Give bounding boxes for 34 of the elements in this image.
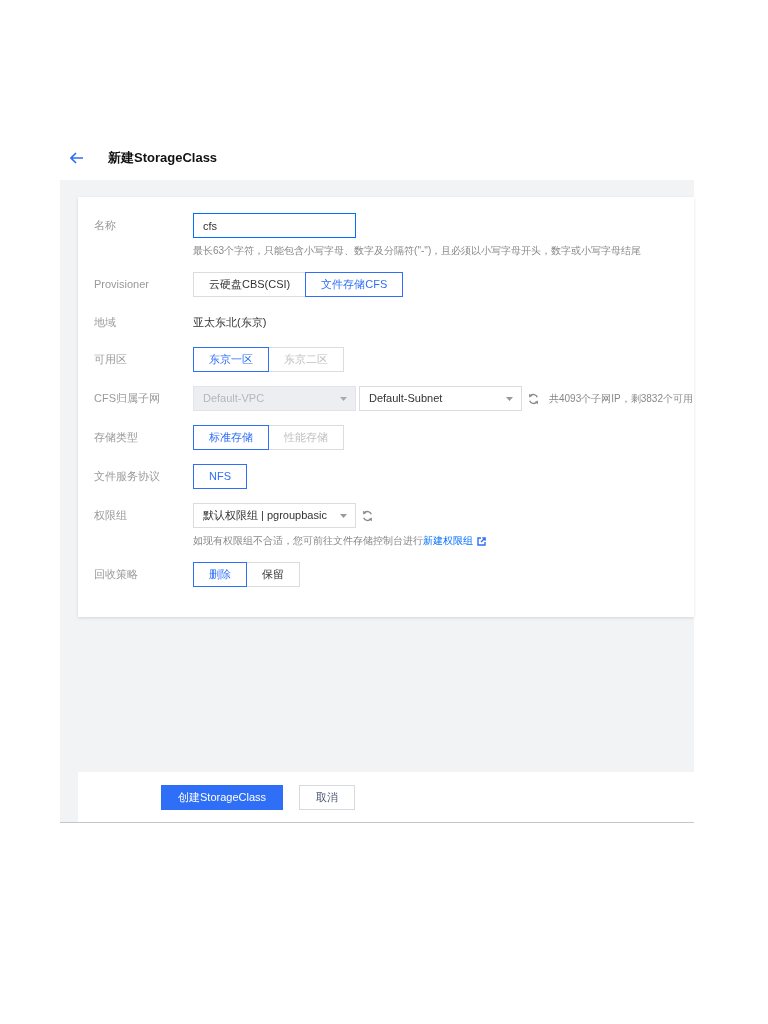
field-label: 权限组	[94, 508, 128, 524]
segment-button[interactable]: 东京一区	[193, 347, 269, 372]
segment-button[interactable]: 云硬盘CBS(CSI)	[193, 272, 307, 297]
create-link[interactable]: 新建权限组	[423, 535, 473, 546]
field-label: 可用区	[94, 352, 128, 368]
segment-button[interactable]: 标准存储	[193, 425, 269, 450]
caret-icon	[506, 396, 513, 401]
dropdown-select[interactable]: Default-Subnet	[359, 386, 522, 411]
page-title: 新建StorageClass	[108, 149, 218, 168]
field-hint: 最长63个字符，只能包含小写字母、数字及分隔符("-")，且必须以小写字母开头，数字或小写字母结尾	[193, 244, 642, 258]
back-arrow-icon[interactable]	[70, 152, 83, 164]
field-label: Provisioner	[94, 277, 151, 293]
segment-button[interactable]: 文件存储CFS	[305, 272, 404, 297]
segment-button[interactable]: 保留	[246, 562, 300, 587]
caret-icon	[340, 396, 347, 401]
field-label: 地域	[94, 314, 117, 330]
external-link-icon[interactable]	[477, 536, 486, 546]
field-value: 亚太东北(东京)	[193, 314, 267, 330]
refresh-icon[interactable]	[528, 392, 539, 405]
field-hint: 如现有权限组不合适，您可前往文件存储控制台进行新建权限组	[193, 534, 473, 548]
field-label: 存储类型	[94, 430, 139, 446]
field-label: CFS归属子网	[94, 391, 161, 407]
refresh-icon[interactable]	[362, 509, 373, 522]
segment-button[interactable]: 删除	[193, 562, 247, 587]
dropdown-select[interactable]: 默认权限组 | pgroupbasic	[193, 503, 356, 528]
field-label: 名称	[94, 218, 117, 234]
field-label: 回收策略	[94, 567, 139, 583]
field-label: 文件服务协议	[94, 469, 161, 485]
submit-button[interactable]: 创建StorageClass	[161, 784, 284, 810]
caret-icon	[340, 513, 347, 518]
text-input[interactable]: cfs	[193, 213, 356, 238]
field-note: 共4093个子网IP，剩3832个可用	[549, 392, 693, 406]
cancel-button[interactable]: 取消	[299, 784, 356, 810]
segment-button[interactable]: NFS	[193, 464, 247, 489]
